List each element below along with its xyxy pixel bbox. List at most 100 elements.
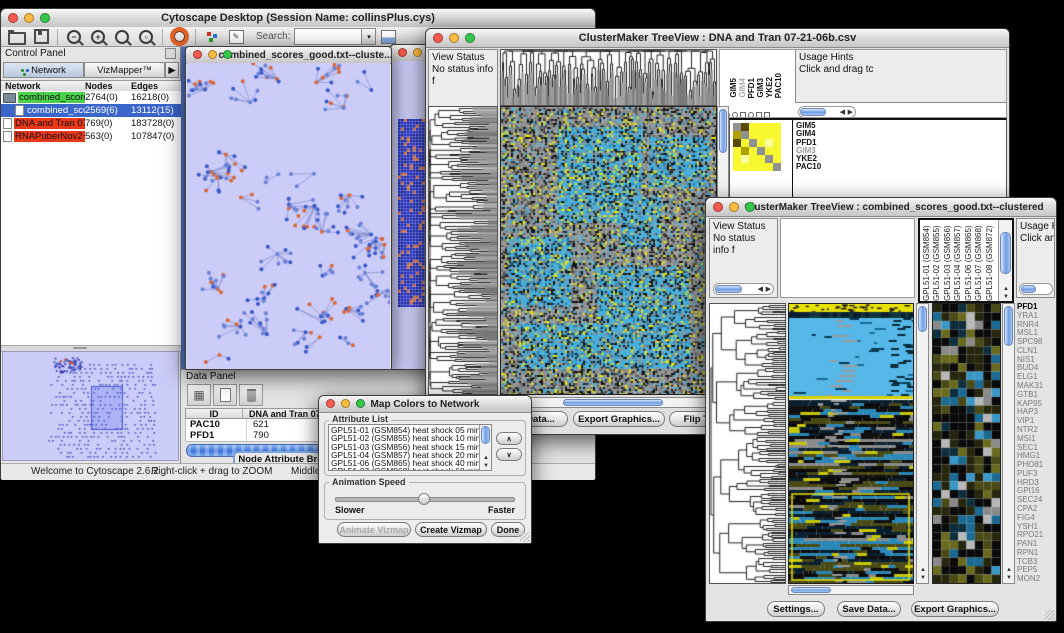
move-up-button[interactable]: ∧ [496,432,522,445]
animate-vizmap-button[interactable]: Animate Vizmap [337,522,411,537]
open-session-button[interactable] [5,28,29,46]
tv2-status-scrollbar[interactable]: ◀▶ [713,283,774,295]
main-titlebar[interactable]: Cytoscape Desktop (Session Name: collins… [1,9,595,28]
zoom-button[interactable] [356,399,365,408]
matrix-cell[interactable] [733,131,741,139]
tv1-heatmap[interactable] [500,106,717,395]
tv2-mid-scrollbar[interactable]: ▲▼ [916,303,929,584]
zoom-in-button[interactable]: + [86,28,110,46]
attribute-table-button[interactable]: ▦ [187,384,211,406]
network-canvas[interactable] [187,63,390,368]
tv2-settings-button[interactable]: Settings... [767,601,825,617]
close-button[interactable] [193,50,202,59]
animation-speed-slider[interactable] [335,497,515,502]
matrix-cell[interactable] [757,139,765,147]
tv2-row-dendrogram[interactable] [709,303,786,584]
col-edges[interactable]: Edges [131,81,177,91]
zoom-fit-button[interactable] [110,28,134,46]
tv2-save-data-button[interactable]: Save Data... [837,601,901,617]
close-button[interactable] [8,13,18,23]
zoom-button[interactable] [745,202,755,212]
float-panel-icon[interactable] [165,48,176,59]
matrix-cell[interactable] [749,155,757,163]
tab-network[interactable]: Network [3,62,84,78]
matrix-cell[interactable] [773,155,781,163]
col-network[interactable]: Network [1,81,85,91]
matrix-cell[interactable] [773,139,781,147]
resize-grip[interactable] [520,532,530,542]
treeview1-titlebar[interactable]: ClusterMaker TreeView : DNA and Tran 07-… [426,29,1009,48]
network-list-item[interactable]: RNAPuberNov2+563(0)107847(0) [1,130,181,143]
annotation-button[interactable]: ✎ [224,28,248,46]
matrix-cell[interactable] [749,123,757,131]
matrix-cell[interactable] [733,155,741,163]
attribute-list-item[interactable]: GPL51-07 (GSM868) heat shock 60 min [331,467,489,471]
matrix-cell[interactable] [765,123,773,131]
create-vizmap-button[interactable]: Create Vizmap [415,522,487,537]
search-input[interactable] [294,28,362,45]
matrix-cell[interactable] [757,131,765,139]
matrix-cell[interactable] [765,163,773,171]
treeview-zoom-icons[interactable] [724,105,772,118]
tv2-horizontal-scrollbar[interactable] [788,585,914,595]
tv2-labels-scrollbar[interactable]: ▲▼ [998,220,1012,301]
close-button[interactable] [398,48,407,57]
tv1-horizontal-scrollbar[interactable] [500,397,717,408]
tv2-right-scrollbar[interactable]: ▲▼ [1002,303,1015,584]
help-button[interactable] [167,28,191,46]
col-nodes[interactable]: Nodes [85,81,131,91]
matrix-cell[interactable] [741,147,749,155]
matrix-cell[interactable] [757,155,765,163]
tv1-zoom-matrix[interactable] [733,123,781,171]
matrix-cell[interactable] [765,139,773,147]
network-list-item[interactable]: combined_scores2764(0)16218(0) [1,91,181,104]
zoom-out-button[interactable]: − [62,28,86,46]
close-button[interactable] [713,202,723,212]
zoom-selected-button[interactable]: ▫ [134,28,158,46]
matrix-cell[interactable] [773,163,781,171]
tv2-export-graphics-button[interactable]: Export Graphics... [911,601,999,617]
vizmapper-button[interactable] [200,28,224,46]
matrix-cell[interactable] [733,147,741,155]
tv1-column-dendrogram[interactable] [500,49,717,106]
matrix-cell[interactable] [741,123,749,131]
zoom-button[interactable] [223,50,232,59]
minimize-button[interactable] [341,399,350,408]
network-view-area[interactable] [187,63,390,369]
network-overview-canvas[interactable] [3,352,178,460]
tv1-export-graphics-button[interactable]: Export Graphics... [573,411,665,427]
search-dropdown-arrow[interactable]: ▾ [362,28,376,45]
new-attribute-button[interactable] [213,384,237,406]
matrix-cell[interactable] [757,147,765,155]
tv2-zoom-heatmap[interactable] [932,303,1001,584]
matrix-cell[interactable] [773,123,781,131]
tab-overflow-arrow[interactable]: ▶ [165,62,179,78]
resize-grip[interactable] [1045,610,1055,620]
matrix-cell[interactable] [741,155,749,163]
matrix-cell[interactable] [749,163,757,171]
grid-network-canvas[interactable] [398,119,428,307]
matrix-cell[interactable] [749,139,757,147]
close-button[interactable] [433,33,443,43]
attribute-list-scrollbar[interactable]: ▲▼ [479,425,491,470]
tv2-global-heatmap[interactable] [788,303,914,584]
minimize-button[interactable] [208,50,217,59]
slider-thumb[interactable] [418,493,430,505]
matrix-cell[interactable] [757,163,765,171]
treeview2-titlebar[interactable]: ClusterMaker TreeView : combined_scores_… [706,198,1056,217]
dialog-titlebar[interactable]: Map Colors to Network [319,396,531,413]
tv2-hints-scrollbar[interactable] [1019,283,1053,295]
tv1-row-dendrogram[interactable] [428,106,498,395]
matrix-cell[interactable] [765,131,773,139]
tv1-hints-scrollbar[interactable]: ◀▶ [798,106,856,118]
attribute-listbox[interactable]: GPL51-01 (GSM854) heat shock 05 minGPL51… [328,424,492,471]
matrix-cell[interactable] [741,139,749,147]
import-table-button[interactable] [376,28,400,46]
matrix-cell[interactable] [765,147,773,155]
delete-attribute-button[interactable] [239,384,263,406]
matrix-cell[interactable] [757,123,765,131]
move-down-button[interactable]: ∨ [496,448,522,461]
network-overview-panel[interactable] [2,351,179,461]
matrix-cell[interactable] [741,163,749,171]
minimize-button[interactable] [24,13,34,23]
